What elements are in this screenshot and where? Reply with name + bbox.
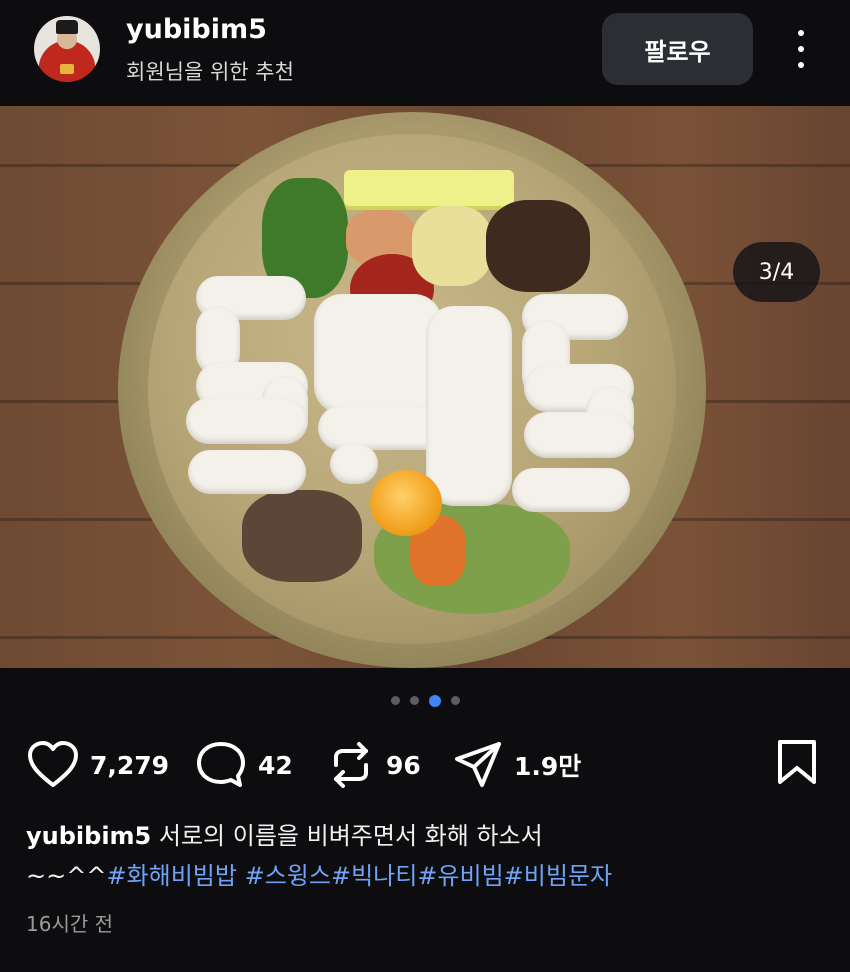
hashtag-link[interactable]: #빅나티 [331, 862, 417, 890]
like-button[interactable]: 7,279 [26, 736, 169, 794]
avatar-trim [60, 64, 74, 74]
follow-button[interactable]: 팔로우 [602, 13, 753, 85]
bean-sprouts [412, 206, 492, 286]
hashtag-link[interactable]: #화해비빔밥 [106, 862, 237, 890]
caption-text: 서로의 이름을 비벼주면서 화해 하소서 [158, 822, 543, 850]
action-bar: 7,279 42 96 1.9만 [0, 736, 850, 794]
page-indicator: 3/4 [733, 242, 820, 302]
caption-prefix: ~~^^ [26, 862, 107, 890]
rice-letter [524, 412, 634, 458]
more-vertical-icon[interactable] [786, 24, 816, 74]
avatar[interactable] [34, 16, 100, 82]
carousel-dot[interactable] [450, 696, 460, 705]
post-caption: yubibim5 서로의 이름을 비벼주면서 화해 하소서 ~~^^#화해비빔밥… [26, 816, 826, 896]
share-count: 1.9만 [514, 752, 582, 781]
hashtag-link[interactable]: #스윙스 [245, 862, 331, 890]
post-image[interactable]: 3/4 [0, 106, 850, 668]
more-dot [798, 46, 804, 52]
carousel-dot[interactable] [409, 696, 419, 705]
mushroom-topping [242, 490, 362, 582]
egg-yolk [370, 470, 442, 536]
caption-author[interactable]: yubibim5 [26, 822, 151, 850]
username[interactable]: yubibim5 [126, 14, 267, 45]
rice-letter [186, 398, 308, 444]
repost-button[interactable]: 96 [326, 736, 421, 794]
heart-icon [28, 741, 78, 787]
comment-count: 42 [258, 750, 293, 780]
rice-letter [512, 468, 630, 512]
share-button[interactable]: 1.9만 [452, 736, 581, 794]
rice-letter [188, 450, 306, 494]
comment-icon [197, 742, 245, 787]
fernbrake-topping [486, 200, 590, 292]
carousel-dots [0, 695, 850, 708]
hashtag-link[interactable]: #유비빔 [417, 862, 503, 890]
like-count: 7,279 [90, 750, 170, 780]
more-dot [798, 62, 804, 68]
more-dot [798, 30, 804, 36]
repost-icon [334, 742, 368, 788]
rice-letter [426, 306, 512, 506]
post-header: yubibim5 회원님을 위한 추천 팔로우 [0, 0, 850, 106]
recommendation-label: 회원님을 위한 추천 [126, 60, 294, 84]
carousel-dot[interactable] [390, 696, 400, 705]
comment-button[interactable]: 42 [194, 736, 293, 794]
bookmark-icon [778, 740, 816, 784]
pickled-radish [344, 170, 514, 210]
rice-letter [314, 294, 442, 414]
post-timestamp: 16시간 전 [26, 912, 114, 936]
repost-count: 96 [386, 750, 421, 780]
share-icon [455, 742, 501, 787]
bookmark-button[interactable] [774, 738, 820, 790]
rice-letter [330, 444, 378, 484]
hashtag-link[interactable]: #비빔문자 [504, 862, 612, 890]
carousel-dot-active[interactable] [428, 695, 441, 707]
avatar-hat [56, 20, 78, 34]
